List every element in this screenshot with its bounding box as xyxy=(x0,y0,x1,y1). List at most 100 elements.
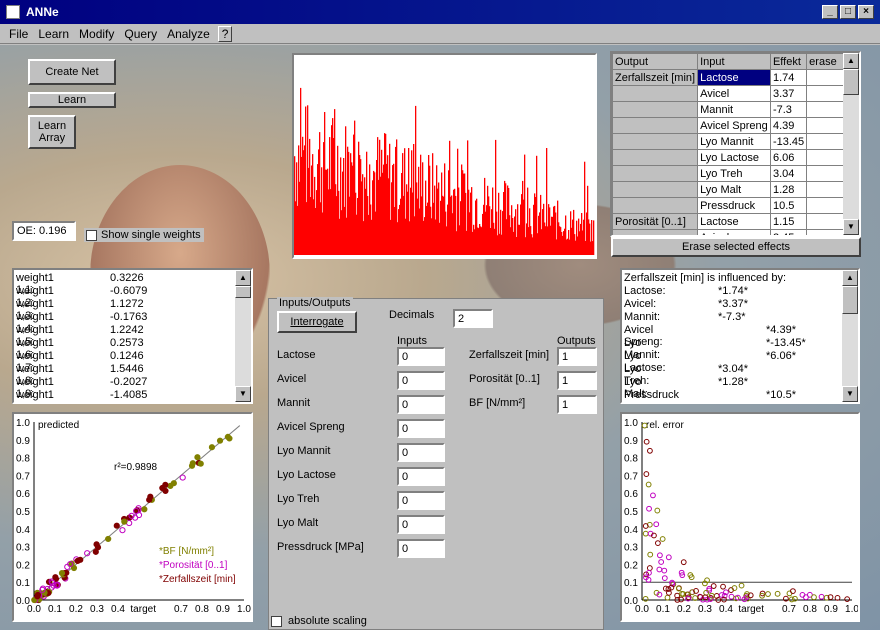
scroll-down-icon[interactable]: ▼ xyxy=(235,386,251,402)
row-output[interactable] xyxy=(612,149,699,166)
row-input[interactable]: Mannit xyxy=(697,101,771,118)
effects-row[interactable]: Lyo Lactose 6.06 xyxy=(612,149,845,166)
header-effekt[interactable]: Effekt xyxy=(769,53,808,70)
row-input[interactable]: Avicel xyxy=(697,85,771,102)
row-erase[interactable] xyxy=(806,181,845,198)
row-erase[interactable] xyxy=(806,85,845,102)
row-erase[interactable] xyxy=(806,101,845,118)
output-field[interactable]: 1 xyxy=(557,347,597,366)
input-field[interactable]: 0 xyxy=(397,419,445,438)
row-erase[interactable] xyxy=(806,149,845,166)
influence-list[interactable]: Zerfallszeit [min] is influenced by: Lac… xyxy=(620,268,860,404)
row-erase[interactable] xyxy=(806,197,845,214)
row-effekt[interactable]: 3.37 xyxy=(769,85,808,102)
minimize-button[interactable]: _ xyxy=(822,5,838,19)
row-effekt[interactable]: 10.5 xyxy=(769,197,808,214)
scroll-up-icon[interactable]: ▲ xyxy=(843,53,859,69)
maximize-button[interactable]: □ xyxy=(840,5,856,19)
input-field[interactable]: 0 xyxy=(397,347,445,366)
row-effekt[interactable]: -13.45 xyxy=(769,133,808,150)
weights-scrollbar[interactable]: ▲ ▼ xyxy=(235,270,251,402)
row-input[interactable]: Pressdruck xyxy=(697,197,771,214)
menu-query[interactable]: Query xyxy=(119,27,162,41)
create-net-button[interactable]: Create Net xyxy=(28,59,116,85)
row-input[interactable]: Lyo Malt xyxy=(697,181,771,198)
menu-analyze[interactable]: Analyze xyxy=(162,27,215,41)
input-field[interactable]: 0 xyxy=(397,371,445,390)
row-input[interactable]: Lyo Lactose xyxy=(697,149,771,166)
row-output[interactable] xyxy=(612,165,699,182)
row-erase[interactable] xyxy=(806,165,845,182)
input-field[interactable]: 0 xyxy=(397,443,445,462)
scroll-down-icon[interactable]: ▼ xyxy=(843,219,859,235)
input-field[interactable]: 0 xyxy=(397,491,445,510)
row-effekt[interactable]: 2.45 xyxy=(769,229,808,235)
row-input[interactable]: Avicel xyxy=(697,229,771,235)
input-field[interactable]: 0 xyxy=(397,539,445,558)
erase-effects-button[interactable]: Erase selected effects xyxy=(611,237,861,257)
effects-scrollbar[interactable]: ▲ ▼ xyxy=(843,53,859,235)
row-output[interactable] xyxy=(612,117,699,134)
input-field[interactable]: 0 xyxy=(397,467,445,486)
effects-row[interactable]: Mannit -7.3 xyxy=(612,101,845,118)
effects-row[interactable]: Pressdruck 10.5 xyxy=(612,197,845,214)
effects-row[interactable]: Zerfallszeit [min] Lactose 1.74 xyxy=(612,69,845,86)
row-output[interactable] xyxy=(612,181,699,198)
scroll-down-icon[interactable]: ▼ xyxy=(842,386,858,402)
row-output[interactable] xyxy=(612,133,699,150)
row-effekt[interactable]: -7.3 xyxy=(769,101,808,118)
weights-list[interactable]: weight1 1,1: 0.3226 weight1 1,2: -0.6079 wei… xyxy=(12,268,253,404)
row-erase[interactable] xyxy=(806,213,845,230)
scroll-up-icon[interactable]: ▲ xyxy=(842,270,858,286)
row-effekt[interactable]: 1.28 xyxy=(769,181,808,198)
header-input[interactable]: Input xyxy=(697,53,771,70)
row-input[interactable]: Lyo Treh xyxy=(697,165,771,182)
scroll-thumb[interactable] xyxy=(235,286,251,298)
row-effekt[interactable]: 3.04 xyxy=(769,165,808,182)
menu-file[interactable]: File xyxy=(4,27,33,41)
header-output[interactable]: Output xyxy=(612,53,699,70)
row-output[interactable] xyxy=(612,101,699,118)
menu-help[interactable]: ? xyxy=(217,25,233,42)
learn-button[interactable]: Learn xyxy=(28,92,116,108)
row-effekt[interactable]: 1.15 xyxy=(769,213,808,230)
effects-row[interactable]: Avicel 3.37 xyxy=(612,85,845,102)
menu-learn[interactable]: Learn xyxy=(33,27,74,41)
input-field[interactable]: 0 xyxy=(397,515,445,534)
header-erase[interactable]: erase xyxy=(806,53,845,70)
row-effekt[interactable]: 1.74 xyxy=(769,69,808,86)
decimals-field[interactable]: 2 xyxy=(453,309,493,328)
output-field[interactable]: 1 xyxy=(557,395,597,414)
close-button[interactable]: × xyxy=(858,5,874,19)
learn-array-button[interactable]: Learn Array xyxy=(28,115,76,149)
show-single-weights[interactable]: Show single weights xyxy=(84,228,204,242)
row-output[interactable]: Porosität [0..1] xyxy=(612,213,699,230)
row-output[interactable] xyxy=(612,229,699,235)
effects-row[interactable]: Lyo Malt 1.28 xyxy=(612,181,845,198)
row-output[interactable]: Zerfallszeit [min] xyxy=(612,69,699,86)
absolute-scaling-checkbox[interactable] xyxy=(271,615,282,627)
row-erase[interactable] xyxy=(806,69,845,86)
effects-row[interactable]: Lyo Treh 3.04 xyxy=(612,165,845,182)
row-input[interactable]: Lyo Mannit xyxy=(697,133,771,150)
output-field[interactable]: 1 xyxy=(557,371,597,390)
row-erase[interactable] xyxy=(806,117,845,134)
row-input[interactable]: Lactose xyxy=(697,213,771,230)
scroll-thumb[interactable] xyxy=(843,69,859,95)
row-input[interactable]: Avicel Spreng xyxy=(697,117,771,134)
effects-row[interactable]: Avicel2.45 xyxy=(612,229,845,235)
row-erase[interactable] xyxy=(806,133,845,150)
row-output[interactable] xyxy=(612,85,699,102)
input-field[interactable]: 0 xyxy=(397,395,445,414)
scroll-up-icon[interactable]: ▲ xyxy=(235,270,251,286)
show-single-checkbox[interactable] xyxy=(86,229,97,241)
scroll-thumb[interactable] xyxy=(842,286,858,314)
row-effekt[interactable]: 4.39 xyxy=(769,117,808,134)
row-output[interactable] xyxy=(612,197,699,214)
oe-field[interactable]: OE: 0.196 xyxy=(12,221,76,241)
effects-row[interactable]: Lyo Mannit -13.45 xyxy=(612,133,845,150)
absolute-scaling-row[interactable]: absolute scaling xyxy=(269,613,605,629)
menu-modify[interactable]: Modify xyxy=(74,27,119,41)
row-erase[interactable] xyxy=(806,229,845,235)
row-input[interactable]: Lactose xyxy=(697,69,771,86)
